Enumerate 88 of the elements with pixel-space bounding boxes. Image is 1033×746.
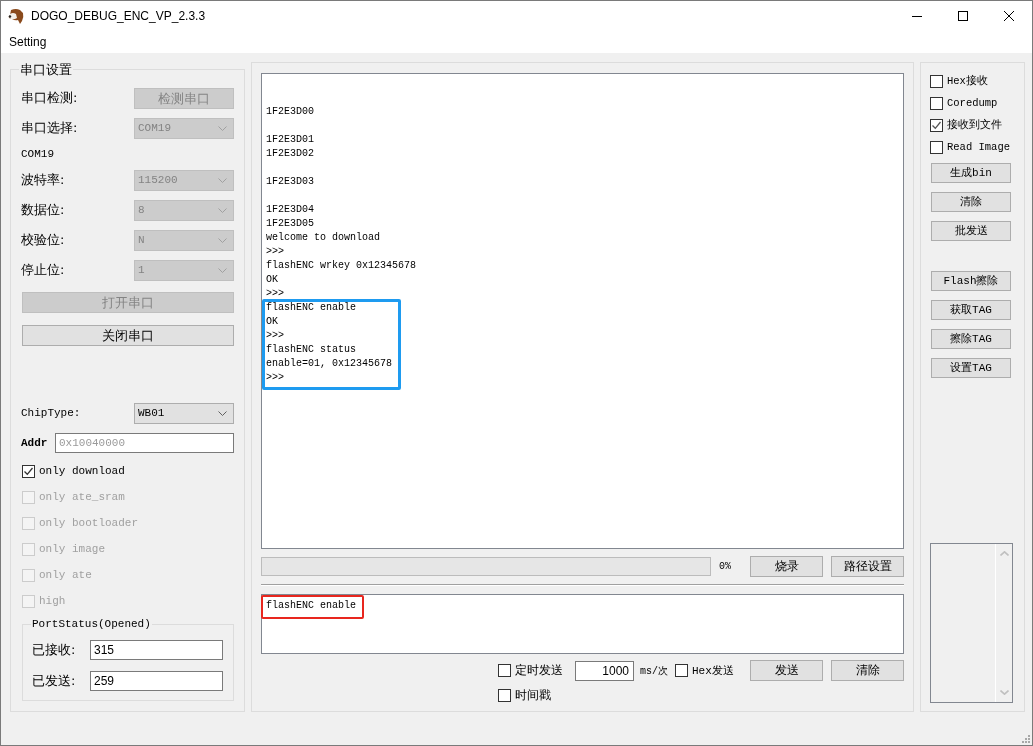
checkbox[interactable] <box>930 140 943 154</box>
log-line: 1F2E3D00 <box>266 105 315 119</box>
menu-item[interactable]: Setting <box>9 35 47 49</box>
checkbox[interactable] <box>498 689 511 702</box>
checkbox[interactable] <box>930 96 943 110</box>
field-label: 已接收: <box>32 641 76 659</box>
chevron-down-icon <box>999 690 1009 695</box>
field-label: Addr <box>21 437 48 449</box>
scrollbar[interactable] <box>995 544 1012 702</box>
log-line: flashENC status <box>266 343 357 357</box>
chevron-down-icon <box>218 267 227 273</box>
dog-icon <box>8 7 25 25</box>
log-line: 1F2E3D01 <box>266 133 315 147</box>
button[interactable]: 烧录 <box>750 556 823 577</box>
checkbox-label: high <box>39 595 66 607</box>
button[interactable]: 批发送 <box>931 221 1011 241</box>
field-label: 校验位: <box>21 231 65 249</box>
log-line: flashENC wrkey 0x12345678 <box>266 259 418 273</box>
button[interactable]: 擦除TAG <box>931 329 1011 349</box>
field-label: ChipType: <box>21 407 81 419</box>
checkbox-label: Hex接收 <box>947 74 988 88</box>
field-label: 串口检测: <box>21 89 78 107</box>
log-line: 1F2E3D02 <box>266 147 315 161</box>
button[interactable]: 关闭串口 <box>22 325 234 346</box>
maximize-icon[interactable] <box>958 11 968 21</box>
resize-grip-icon[interactable] <box>1022 735 1030 743</box>
checkbox-label: only ate <box>39 569 92 581</box>
checkbox[interactable] <box>498 664 511 677</box>
button[interactable]: 清除 <box>931 192 1011 212</box>
list-box[interactable] <box>930 543 1013 703</box>
send-field[interactable]: flashENC enable <box>261 594 904 654</box>
button[interactable]: 路径设置 <box>831 556 904 577</box>
count-field[interactable]: 259 <box>90 671 223 691</box>
field-label: 数据位: <box>21 201 65 219</box>
minimize-icon[interactable] <box>912 15 922 17</box>
checkbox[interactable] <box>930 118 943 132</box>
checkbox-label: 定时发送 <box>515 662 563 679</box>
group-title: PortStatus(Opened) <box>31 617 152 631</box>
field-label: 串口选择: <box>21 119 78 137</box>
checkbox-label: only image <box>39 543 105 555</box>
button[interactable]: 生成bin <box>931 163 1011 183</box>
button[interactable]: 清除 <box>831 660 904 681</box>
checkbox-label: Hex发送 <box>692 664 734 678</box>
chevron-down-icon <box>218 207 227 213</box>
port-name-text: COM19 <box>21 148 54 160</box>
log-line: OK <box>266 273 279 287</box>
log-line: OK <box>266 315 279 329</box>
button[interactable]: Flash擦除 <box>931 271 1011 291</box>
chevron-down-icon <box>218 410 227 416</box>
log-line: 1F2E3D04 <box>266 203 315 217</box>
checkbox[interactable] <box>930 74 943 88</box>
log-line: 1F2E3D05 <box>266 217 315 231</box>
dropdown[interactable]: WB01 <box>134 402 234 424</box>
button[interactable]: 发送 <box>750 660 823 681</box>
checkbox[interactable] <box>675 664 688 677</box>
log-line: enable=01, 0x12345678 <box>266 357 393 371</box>
log-area[interactable]: 1F2E3D00 1F2E3D01 1F2E3D02 1F2E3D03 1F2E3D04 1F2E3D05 welcome to download >>> flashENC wrkey 0x12345678 OK >>> flashENC enable OK >>> flashENC status enable=01, 0x12345678 >>> <box>261 73 904 549</box>
chevron-down-icon <box>218 237 227 243</box>
log-line: >>> <box>266 371 285 385</box>
checkbox-label: only ate_sram <box>39 491 125 503</box>
chevron-down-icon <box>218 177 227 183</box>
checkbox-label: only bootloader <box>39 517 139 529</box>
count-field[interactable]: 315 <box>90 640 223 660</box>
checkbox-label: 接收到文件 <box>947 118 1002 132</box>
log-line: flashENC enable <box>266 301 357 315</box>
log-line: welcome to download <box>266 231 382 245</box>
button[interactable]: 获取TAG <box>931 300 1011 320</box>
log-line: >>> <box>266 329 285 343</box>
checkbox-label: 时间戳 <box>515 687 551 704</box>
button[interactable]: 设置TAG <box>931 358 1011 378</box>
checkbox-label: only download <box>39 465 125 477</box>
checkbox[interactable] <box>22 464 35 478</box>
field-label: 波特率: <box>21 171 65 189</box>
group-title: 串口设置 <box>19 62 73 77</box>
window-title: DOGO_DEBUG_ENC_VP_2.3.3 <box>31 9 206 23</box>
log-line: >>> <box>266 287 285 301</box>
close-icon[interactable] <box>1004 11 1014 21</box>
interval-field[interactable]: 1000 <box>575 660 634 681</box>
chevron-up-icon <box>999 551 1009 556</box>
progress-percent: 0% <box>719 561 731 572</box>
log-line: >>> <box>266 245 285 259</box>
checkbox-label: Coredump <box>947 97 998 109</box>
unit-label: ms/次 <box>640 664 668 678</box>
field-label: 停止位: <box>21 261 65 279</box>
field-label: 已发送: <box>32 672 76 690</box>
log-line: 1F2E3D03 <box>266 175 315 189</box>
chevron-down-icon <box>218 125 227 131</box>
checkbox-label: Read Image <box>947 141 1010 153</box>
